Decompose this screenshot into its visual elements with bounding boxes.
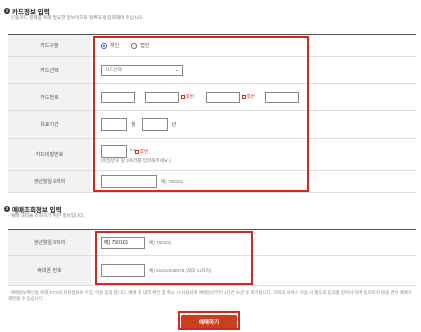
card-type-label: 카드구분 (8, 35, 91, 56)
highlight-frame (93, 36, 309, 192)
birth-label: 생년월일 6자리 (8, 171, 91, 192)
privacy-notice: · 예매정보확인을 위해 KTX의 회원정보로 수집, 이용 동의 합니다. 예… (8, 290, 412, 301)
lookup-phone-label: 휴대폰 번호 (8, 256, 91, 285)
section-number-badge: 2 (4, 206, 10, 212)
highlight-frame (95, 231, 253, 285)
expiry-label: 유효기간 (8, 111, 91, 138)
section2-subtitle: · 예매 내역을 조회하기 위한 정보입니다. (8, 213, 85, 218)
card-number-label: 카드번호 (8, 84, 91, 110)
lookup-birth-label: 생년월일 6자리 (8, 230, 91, 255)
reserve-button[interactable]: 예매하기 (181, 315, 237, 328)
card-select-label: 카드선택 (8, 57, 91, 83)
section1-subtitle: · 신용카드 결제를 위해 필요한 정보이므로 정확하게 입력해야 주십시오. (8, 15, 144, 20)
section-number-badge: 1 (4, 8, 10, 14)
password-label: 카드비밀번호 (8, 139, 91, 170)
